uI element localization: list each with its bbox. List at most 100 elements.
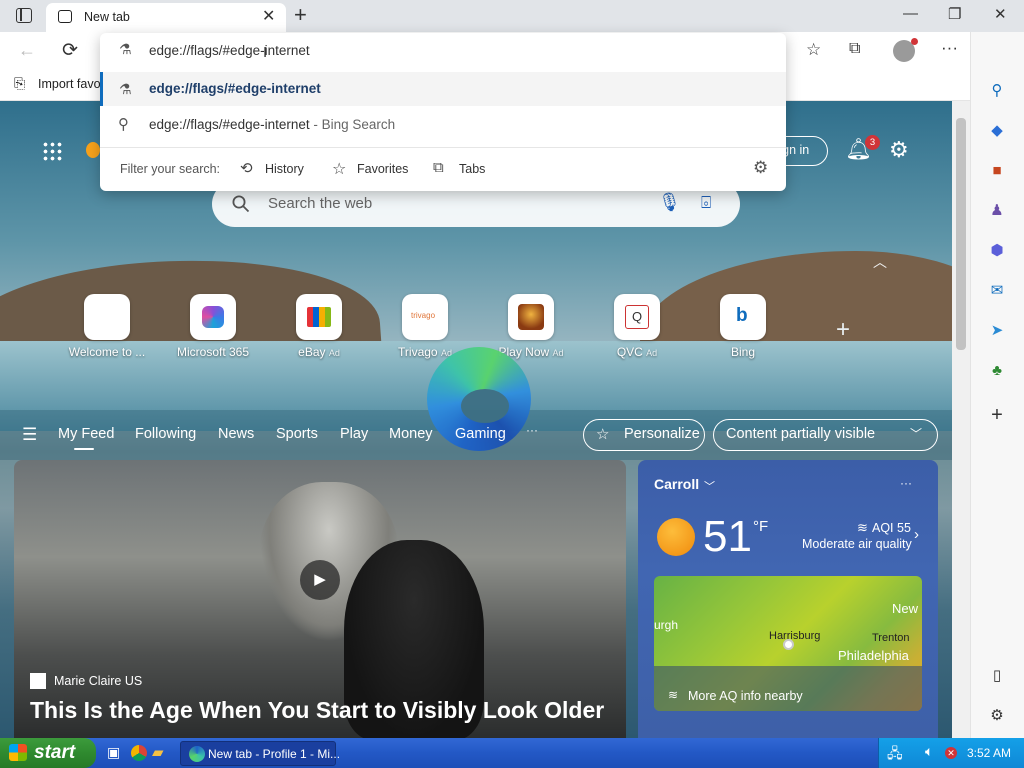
tab-new-tab[interactable]: New tab ✕ <box>46 3 286 32</box>
game-icon <box>518 304 544 330</box>
weather-card[interactable]: Carroll ﹀ ··· 51 °F ≋ AQI 55 Moderate ai… <box>638 460 938 738</box>
settings-more-button[interactable]: ··· <box>941 38 958 58</box>
start-label: start <box>34 742 76 763</box>
new-tab-button[interactable]: + <box>294 2 307 28</box>
filter-history[interactable]: History <box>265 162 304 176</box>
tools-icon[interactable]: ■ <box>985 159 1009 183</box>
map-label-pittsburgh: urgh <box>654 618 679 632</box>
back-button[interactable]: ← <box>18 40 36 61</box>
tile-welcome[interactable] <box>84 294 130 340</box>
article-headline[interactable]: This Is the Age When You Start to Visibl… <box>30 697 604 724</box>
outlook-icon[interactable]: ✉ <box>985 279 1009 303</box>
taskbar-window-title: New tab - Profile 1 - Mi... <box>208 747 341 761</box>
air-quality-map[interactable]: New urgh Harrisburg Trenton Philadelphia… <box>654 576 922 711</box>
system-tray: 🖧︎ 🔈︎ ✕ 3:52 AM <box>878 738 1024 768</box>
tile-label: Welcome to ... <box>68 345 146 359</box>
search-icon[interactable]: ⚲ <box>985 79 1009 103</box>
tile-play-now[interactable] <box>508 294 554 340</box>
tab-actions-icon[interactable] <box>16 8 32 23</box>
map-label-harrisburg: Harrisburg <box>769 630 821 642</box>
favorites-button[interactable]: ☆ <box>806 40 821 60</box>
flask-icon: ⚗ <box>119 81 132 97</box>
notification-count-badge: 3 <box>865 135 880 150</box>
chevron-down-icon: ﹀ <box>910 427 923 441</box>
scrollbar-thumb[interactable] <box>956 118 966 350</box>
filter-favorites[interactable]: Favorites <box>357 162 408 176</box>
tree-icon[interactable]: ♣ <box>985 359 1009 383</box>
personalize-button[interactable]: ☆ Personalize <box>583 419 705 451</box>
publisher-logo <box>30 673 46 689</box>
tile-microsoft-365[interactable] <box>190 294 236 340</box>
apps-launcher-icon[interactable] <box>42 141 62 161</box>
visual-search-icon[interactable]: ⌻ <box>701 193 711 213</box>
weather-sun-icon <box>86 142 100 158</box>
add-icon[interactable]: + <box>985 403 1009 427</box>
active-tab-indicator <box>74 448 94 450</box>
tab-my-feed[interactable]: My Feed <box>58 426 114 442</box>
chrome-icon[interactable] <box>131 745 147 761</box>
tile-ebay[interactable] <box>296 294 342 340</box>
tab-money[interactable]: Money <box>389 426 433 442</box>
collections-button[interactable]: ⧉ <box>849 40 860 58</box>
send-icon[interactable]: ➤ <box>985 319 1009 343</box>
play-video-button[interactable]: ▶ <box>300 560 340 600</box>
suggestion-item[interactable]: ⚗ edge://flags/#edge-internet <box>100 72 786 106</box>
tab-close-icon[interactable]: ✕ <box>262 6 275 26</box>
network-icon[interactable]: 🖧︎ <box>887 743 903 767</box>
refresh-button[interactable]: ⟳ <box>62 39 78 62</box>
sidebar-settings-icon[interactable]: ⚙ <box>985 704 1009 728</box>
feed-menu-icon[interactable]: ☰ <box>22 425 37 445</box>
weather-location[interactable]: Carroll <box>654 476 699 492</box>
filter-tabs[interactable]: Tabs <box>459 162 485 176</box>
tab-following[interactable]: Following <box>135 426 196 442</box>
suggestion-text: edge://flags/#edge-internet - Bing Searc… <box>149 117 396 132</box>
more-tabs-button[interactable]: ··· <box>526 423 538 437</box>
tile-label: Microsoft 365 <box>176 345 250 359</box>
content-visibility-dropdown[interactable]: Content partially visible ﹀ <box>713 419 938 451</box>
microphone-icon[interactable]: 🎙︎ <box>658 192 681 213</box>
suggestion-item[interactable]: ⚲ edge://flags/#edge-internet - Bing Sea… <box>100 108 786 142</box>
air-quality-icon: ≋ <box>668 688 679 702</box>
history-icon: ⟲ <box>240 160 253 177</box>
more-aq-link[interactable]: More AQ info nearby <box>688 689 803 703</box>
folder-icon[interactable]: ▰ <box>152 743 164 761</box>
alert-icon[interactable]: ✕ <box>945 747 957 759</box>
tab-gaming[interactable]: Gaming <box>455 426 506 442</box>
restore-button[interactable]: ❐ <box>948 5 961 23</box>
article-source[interactable]: Marie Claire US <box>54 674 142 688</box>
minimize-button[interactable]: — <box>903 5 918 22</box>
article-card[interactable]: ▶ Marie Claire US This Is the Age When Y… <box>14 460 626 738</box>
microsoft-365-icon[interactable]: ⬢ <box>985 239 1009 263</box>
tab-play[interactable]: Play <box>340 426 368 442</box>
taskbar-window-edge[interactable]: New tab - Profile 1 - Mi... <box>180 741 340 766</box>
add-site-icon[interactable]: + <box>836 316 850 344</box>
tile-bing[interactable]: b <box>720 294 766 340</box>
weather-menu-button[interactable]: ··· <box>900 476 912 490</box>
map-label-trenton: Trenton <box>872 632 910 644</box>
map-label-philadelphia: Philadelphia <box>838 648 909 663</box>
chevron-right-icon[interactable]: › <box>914 526 919 543</box>
search-settings-icon[interactable]: ⚙ <box>753 158 768 178</box>
quicklaunch-app-icon[interactable]: ▣ <box>107 744 120 761</box>
sidebar-toggle-icon[interactable]: ▯ <box>985 664 1009 688</box>
tab-sports[interactable]: Sports <box>276 426 318 442</box>
collapse-chevron-icon[interactable]: ︿ <box>873 252 887 272</box>
map-label-new: New <box>892 601 919 616</box>
personalize-label: Personalize <box>624 426 700 442</box>
text-cursor: I <box>263 44 268 61</box>
tab-news[interactable]: News <box>218 426 254 442</box>
games-icon[interactable]: ♟ <box>985 199 1009 223</box>
location-chevron-icon[interactable]: ﹀ <box>704 478 715 494</box>
search-input[interactable]: Search the web <box>268 195 372 212</box>
start-button[interactable]: start <box>0 738 96 768</box>
shopping-icon[interactable]: ◆ <box>985 119 1009 143</box>
tile-label: Bing <box>730 345 756 359</box>
volume-icon[interactable]: 🔈︎ <box>925 743 933 760</box>
personalize-icon: ☆ <box>596 426 610 443</box>
close-window-button[interactable]: ✕ <box>994 5 1007 23</box>
tile-qvc[interactable]: Q <box>614 294 660 340</box>
tile-trivago[interactable]: trivago <box>402 294 448 340</box>
import-favorites-link[interactable]: Import favo <box>38 77 101 91</box>
page-settings-icon[interactable]: ⚙ <box>889 137 909 163</box>
address-input[interactable]: edge://flags/#edge-internet <box>149 43 310 58</box>
